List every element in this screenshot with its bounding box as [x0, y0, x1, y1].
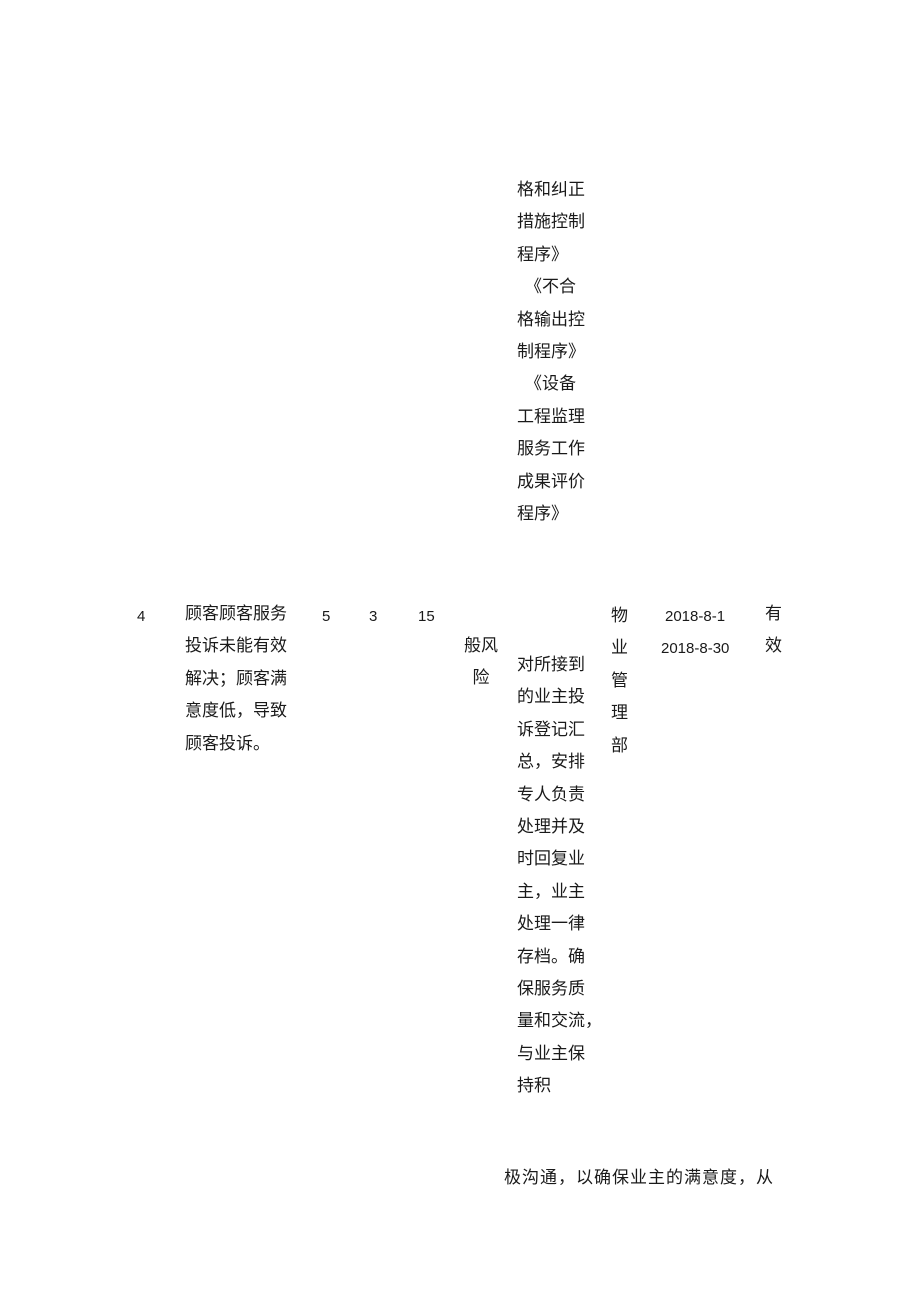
department-char: 理: [611, 703, 628, 724]
procedure-line: 程序》: [517, 244, 568, 265]
risk-description: 顾客顾客服务 投诉未能有效 解决；顾客满 意度低，导致 顾客投诉。: [185, 598, 287, 760]
procedure-references: 格和纠正 措施控制 程序》 《不合 格输出控 制程序》 《设备 工程监理 服务工…: [517, 174, 585, 530]
procedure-line: 服务工作: [517, 439, 585, 460]
status-char: 有: [765, 604, 782, 624]
department-char: 管: [611, 670, 628, 691]
measure-line: 总，安排: [517, 752, 585, 773]
risk-level-line: 般风: [464, 636, 498, 656]
risk-description-line: 意度低，导致: [185, 701, 287, 722]
risk-level: 般风 险: [462, 630, 500, 695]
probability-value: 3: [369, 608, 378, 625]
measure-line: 与业主保: [517, 1043, 585, 1064]
risk-description-line: 顾客顾客服务: [185, 604, 287, 624]
procedure-line: 工程监理: [517, 406, 585, 427]
procedure-line: 《不合: [525, 277, 576, 298]
risk-score: 15: [418, 608, 435, 625]
risk-description-line: 解决；顾客满: [185, 668, 287, 689]
measure-line: 处理一律: [517, 914, 585, 935]
measure-line: 量和交流，: [517, 1011, 602, 1032]
department-char: 部: [611, 735, 628, 756]
measure-line: 诉登记汇: [517, 719, 585, 740]
procedure-line: 成果评价: [517, 471, 585, 492]
severity-value: 5: [322, 608, 331, 625]
risk-description-line: 投诉未能有效: [185, 636, 287, 657]
procedure-line: 格输出控: [517, 309, 585, 330]
responsible-department: 物 业 管 理 部: [611, 600, 628, 762]
department-char: 业: [611, 638, 628, 659]
start-date: 2018-8-1: [665, 608, 726, 625]
department-char: 物: [611, 606, 628, 626]
document-page: 格和纠正 措施控制 程序》 《不合 格输出控 制程序》 《设备 工程监理 服务工…: [0, 0, 920, 1301]
measure-line: 主，业主: [517, 881, 585, 902]
status-char: 效: [765, 636, 782, 657]
measure-line: 存档。确: [517, 946, 585, 967]
measure-line: 的业主投: [517, 687, 585, 708]
measure-line: 处理并及: [517, 817, 585, 838]
procedure-line: 格和纠正: [517, 180, 585, 200]
risk-description-line: 顾客投诉。: [185, 733, 270, 754]
measure-line: 保服务质: [517, 979, 585, 1000]
risk-level-line: 险: [472, 668, 490, 689]
status: 有 效: [765, 598, 782, 663]
measure-line: 专人负责: [517, 784, 585, 805]
procedure-line: 制程序》: [517, 342, 585, 363]
end-date: 2018-8-30: [661, 640, 730, 657]
row-index: 4: [137, 608, 146, 625]
control-measures: 对所接到 的业主投 诉登记汇 总，安排 专人负责 处理并及 时回复业 主，业主 …: [517, 649, 602, 1103]
measure-line: 持积: [517, 1076, 551, 1097]
continuation-text: 极沟通，以确保业主的满意度，从: [504, 1168, 774, 1188]
measure-line: 对所接到: [517, 655, 585, 675]
procedure-line: 程序》: [517, 504, 568, 525]
procedure-line: 措施控制: [517, 212, 585, 233]
procedure-line: 《设备: [525, 374, 576, 395]
measure-line: 时回复业: [517, 849, 585, 870]
